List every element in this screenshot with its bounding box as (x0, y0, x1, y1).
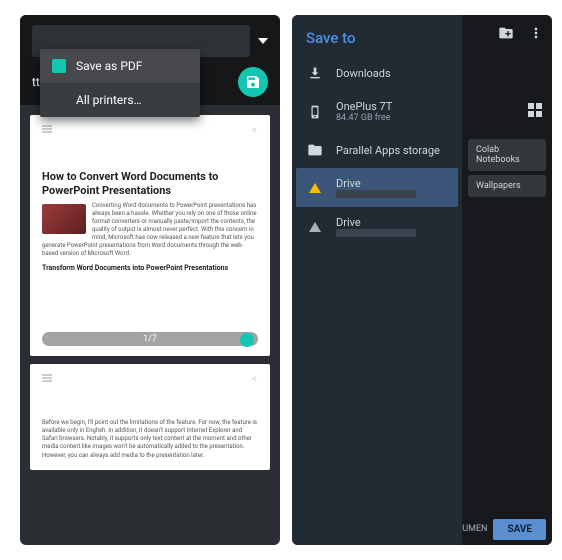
save-to-title: Save to (292, 21, 462, 55)
drawer-drive-2[interactable]: Drive (292, 207, 462, 246)
drawer-parallel[interactable]: Parallel Apps storage (292, 132, 462, 168)
article-title: How to Convert Word Documents to PowerPo… (42, 170, 258, 198)
menu-item-label: All printers… (76, 93, 142, 107)
article-subhead: Transform Word Documents into PowerPoint… (42, 264, 258, 272)
save-drawer: Save to Downloads OnePlus 7T 84.47 GB fr… (292, 15, 462, 545)
drawer-downloads[interactable]: Downloads (292, 55, 462, 91)
drawer-label: Drive (336, 216, 448, 237)
print-dialog-screen: tter Save as PDF All printers… < How to … (20, 15, 280, 545)
device-name: OnePlus 7T (336, 100, 448, 113)
phone-icon (306, 103, 324, 121)
menu-icon (42, 377, 52, 379)
save-button[interactable]: SAVE (493, 519, 546, 540)
more-icon[interactable] (528, 25, 544, 41)
menu-save-as-pdf[interactable]: Save as PDF (40, 49, 200, 83)
pdf-icon (52, 59, 66, 73)
save-icon (245, 74, 261, 90)
page-preview-area[interactable]: < How to Convert Word Documents to Power… (20, 105, 280, 488)
drive-label: Drive (336, 177, 448, 190)
account-obscured (336, 229, 416, 237)
grid-view-icon[interactable] (528, 103, 542, 117)
drawer-label: Drive (336, 177, 448, 198)
chevron-down-icon[interactable] (258, 38, 268, 44)
drawer-label: OnePlus 7T 84.47 GB free (336, 100, 448, 123)
new-folder-icon[interactable] (498, 25, 514, 41)
download-icon (306, 64, 324, 82)
account-obscured (336, 190, 416, 198)
card-header: < (42, 374, 258, 385)
menu-item-label: Save as PDF (76, 59, 142, 73)
page-preview-1[interactable]: < How to Convert Word Documents to Power… (30, 115, 270, 356)
drawer-device[interactable]: OnePlus 7T 84.47 GB free (292, 91, 462, 132)
device-free: 84.47 GB free (336, 113, 448, 123)
menu-all-printers[interactable]: All printers… (40, 83, 200, 117)
folder-icon (306, 141, 324, 159)
article-body: Before we begin, I'll point out the limi… (42, 419, 258, 459)
folder-chip-colab[interactable]: Colab Notebooks (468, 139, 546, 171)
folder-chip-wallpapers[interactable]: Wallpapers (468, 175, 546, 197)
drive-label: Drive (336, 216, 448, 229)
drive-icon (306, 179, 324, 197)
save-to-screen: Colab Notebooks Wallpapers Save to Downl… (292, 15, 552, 545)
files-background (462, 15, 552, 545)
save-fab[interactable] (238, 67, 268, 97)
page-preview-2[interactable]: < Before we begin, I'll point out the li… (30, 364, 270, 469)
drawer-label: Downloads (336, 67, 448, 80)
page-indicator: 1/7 (42, 332, 258, 346)
card-header: < (42, 125, 258, 136)
back-icon: < (252, 125, 258, 136)
files-topbar (462, 15, 552, 51)
page-indicator-label: 1/7 (143, 334, 157, 344)
check-icon (240, 333, 254, 347)
back-icon: < (252, 374, 258, 385)
drive-icon (306, 218, 324, 236)
article-thumbnail (42, 204, 86, 234)
drawer-label: Parallel Apps storage (336, 144, 448, 157)
drawer-drive-selected[interactable]: Drive (296, 168, 458, 207)
printer-menu: Save as PDF All printers… (40, 49, 200, 117)
menu-icon (42, 128, 52, 130)
